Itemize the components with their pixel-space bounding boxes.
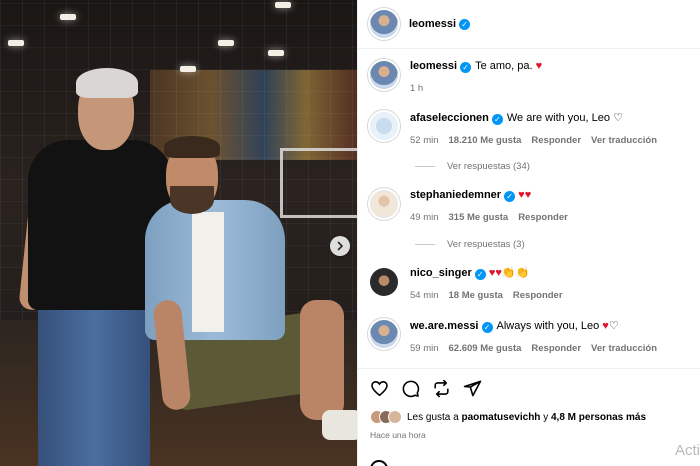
heart-emoji-icon: ♥ [535,60,543,72]
comment-username[interactable]: we.are.messi [410,320,479,332]
person-left-jeans [38,300,150,466]
caption-avatar[interactable] [370,61,398,89]
translate-button[interactable]: Ver traducción [591,133,657,148]
commenter-avatar[interactable] [370,112,398,140]
comment-username[interactable]: afaseleccionen [410,112,489,124]
verified-icon: ✓ [491,114,503,125]
liker-username[interactable]: paomatusevichh [462,412,541,423]
caption: leomessi ✓ Te amo, pa. ♥ 1 h [370,59,695,96]
goal-frame [280,148,357,218]
ceiling-light [268,50,284,56]
caption-text: Te amo, pa. [475,60,533,72]
verified-icon: ✓ [474,269,486,280]
comment-text: Always with you, Leo [496,320,600,332]
comment-likes[interactable]: 315 Me gusta [449,210,509,225]
reply-button[interactable]: Responder [531,341,581,356]
post-photo [0,0,357,466]
view-replies-button[interactable]: Ver respuestas (3) [415,239,525,250]
comment-item: nico_singer ✓ ♥♥👏👏 54 min 18 Me gusta Res… [370,266,695,303]
person-right-beard [170,186,214,214]
clap-emoji-icon: 👏👏 [501,267,530,279]
author-username[interactable]: leomessi [409,18,456,30]
commenter-avatar[interactable] [370,320,398,348]
caption-username[interactable]: leomessi [410,60,457,72]
author-avatar[interactable] [370,10,398,38]
comment-item: afaseleccionen ✓ We are with you, Leo ♡ 52… [370,110,695,148]
verified-icon: ✓ [481,322,493,333]
ceiling-light [60,14,76,20]
heart-outline-emoji-icon: ♡ [613,111,623,124]
comment-time: 49 min [410,212,439,223]
comment-time: 54 min [410,290,439,301]
ceiling-light [275,2,291,8]
likes-others-count[interactable]: 4,8 M personas más [551,412,646,423]
post-timestamp: Hace una hora [370,430,426,440]
person-right-leg [300,300,344,420]
person-right-shoe [322,410,357,440]
replies-divider [415,244,435,245]
comment-likes[interactable]: 18.210 Me gusta [449,133,522,148]
share-icon[interactable] [432,379,451,398]
likes-prefix: Les gusta a [407,411,459,423]
ceiling-light [180,66,196,72]
post-header: leomessi ✓ [358,0,700,49]
reply-button[interactable]: Responder [531,133,581,148]
action-buttons [370,379,482,398]
commenter-avatar[interactable] [370,190,398,218]
post-actions-section: Les gusta a paomatusevichh y 4,8 M perso… [358,368,700,466]
comment-likes[interactable]: 18 Me gusta [449,288,503,303]
heart-outline-emoji-icon: ♡ [608,319,619,332]
reply-button[interactable]: Responder [518,210,568,225]
person-right-shirt [192,212,224,332]
comment-username[interactable]: stephaniedemner [410,189,501,201]
post-details-pane: leomessi ✓ leomessi ✓ Te amo, pa. ♥ 1 h af… [357,0,700,466]
liker-avatar [388,410,402,424]
person-right-hair [164,136,220,158]
view-replies-label: Ver respuestas (3) [447,239,525,250]
view-replies-label: Ver respuestas (34) [447,161,530,172]
reply-button[interactable]: Responder [513,288,563,303]
view-replies-button[interactable]: Ver respuestas (34) [415,161,530,172]
ceiling-light [8,40,24,46]
verified-icon: ✓ [459,18,471,30]
heart-emoji-icon: ♥♥ [488,267,502,279]
activate-watermark: Acti [674,442,700,459]
person-left-hair [76,68,138,98]
chevron-right-icon [337,241,344,251]
comment-item: stephaniedemner ✓ ♥♥ 49 min 315 Me gusta … [370,188,695,225]
caption-time: 1 h [410,83,424,94]
comment-item: we.are.messi ✓ Always with you, Leo ♥♡ 59 … [370,318,695,356]
carousel-next-button[interactable] [330,236,350,256]
ceiling-light [218,40,234,46]
comment-icon[interactable] [401,379,420,398]
commenter-avatar[interactable] [370,268,398,296]
heart-icon[interactable] [370,379,389,398]
translate-button[interactable]: Ver traducción [591,341,657,356]
comment-time: 52 min [410,135,439,146]
comment-username[interactable]: nico_singer [410,267,472,279]
heart-emoji-icon: ♥♥ [518,189,532,201]
comment-time: 59 min [410,343,439,354]
likes-connector: y [543,411,549,423]
verified-icon: ✓ [504,191,516,202]
send-icon[interactable] [463,379,482,398]
likes-summary[interactable]: Les gusta a paomatusevichh y 4,8 M perso… [370,410,646,424]
replies-divider [415,166,435,167]
verified-icon: ✓ [460,62,472,73]
comment-text: We are with you, Leo [506,112,611,124]
comment-likes[interactable]: 62.609 Me gusta [449,341,522,356]
